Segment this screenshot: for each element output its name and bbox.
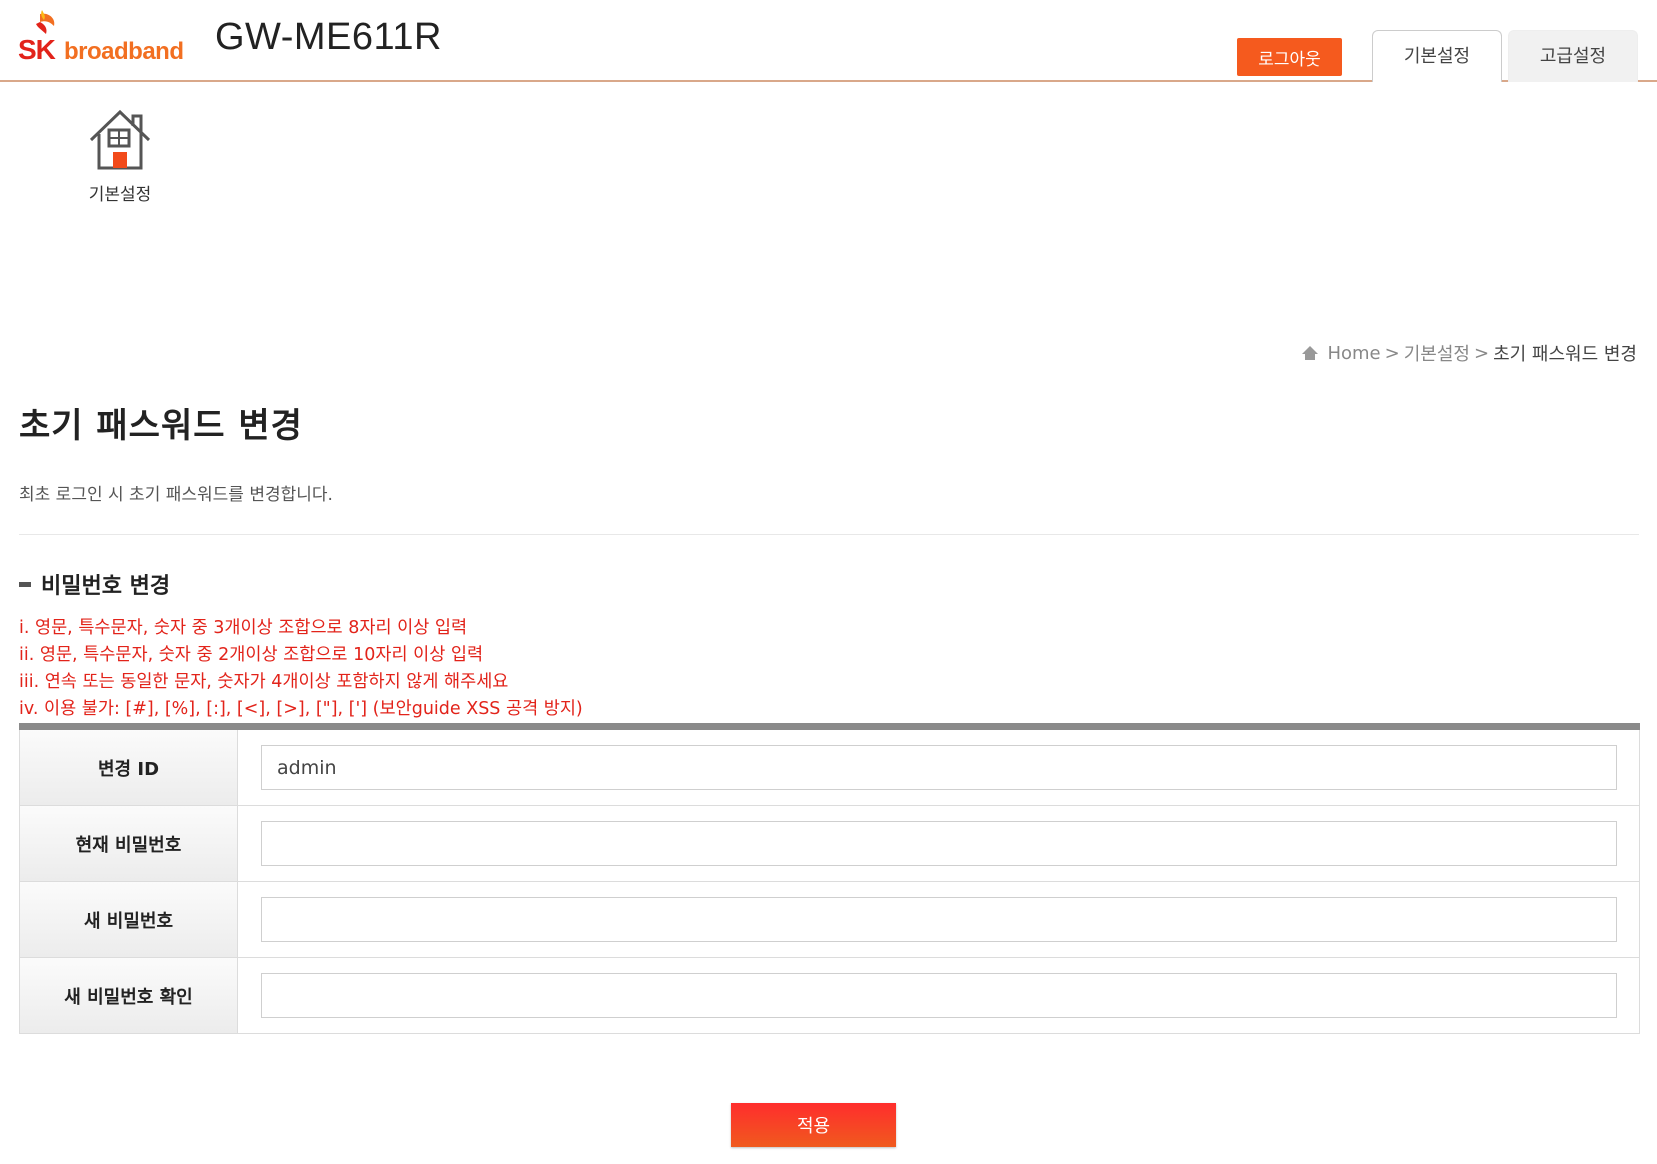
breadcrumb-basic-settings[interactable]: 기본설정: [1404, 340, 1470, 366]
breadcrumb-separator: >: [1384, 342, 1400, 364]
sk-broadband-logo[interactable]: SK broadband: [18, 10, 184, 70]
tab-advanced-settings[interactable]: 고급설정: [1508, 30, 1638, 82]
page-description: 최초 로그인 시 초기 패스워드를 변경합니다.: [19, 485, 333, 505]
rule-item: i. 영문, 특수문자, 숫자 중 3개이상 조합으로 8자리 이상 입력: [19, 618, 468, 638]
change-id-input[interactable]: [261, 745, 1617, 790]
confirm-password-cell: [238, 958, 1639, 1033]
device-model: GW-ME611R: [215, 16, 442, 58]
new-password-input[interactable]: [261, 897, 1617, 942]
password-rules: i. 영문, 특수문자, 숫자 중 3개이상 조합으로 8자리 이상 입력 ii…: [19, 615, 583, 723]
rule-item: iv. 이용 불가: [#], [%], [:], [<], [>], ["],…: [19, 699, 583, 719]
current-password-cell: [238, 806, 1639, 881]
form-row-confirm-password: 새 비밀번호 확인: [19, 958, 1640, 1034]
form-row-new-password: 새 비밀번호: [19, 882, 1640, 958]
form-row-change-id: 변경 ID: [19, 730, 1640, 806]
new-password-label: 새 비밀번호: [20, 882, 238, 957]
page-title: 초기 패스워드 변경: [19, 406, 303, 446]
section-title-text: 비밀번호 변경: [41, 574, 171, 599]
breadcrumb: Home > 기본설정 > 초기 패스워드 변경: [1301, 340, 1637, 366]
section-title: 비밀번호 변경: [19, 568, 170, 600]
logout-button[interactable]: 로그아웃: [1237, 38, 1342, 76]
breadcrumb-home[interactable]: Home: [1327, 343, 1380, 364]
breadcrumb-current: 초기 패스워드 변경: [1493, 344, 1637, 365]
current-password-label: 현재 비밀번호: [20, 806, 238, 881]
change-id-label: 변경 ID: [20, 730, 238, 805]
basic-settings-menu-label: 기본설정: [88, 185, 152, 205]
password-form-table: 변경 ID 현재 비밀번호 새 비밀번호 새 비밀번호 확인: [19, 723, 1640, 1034]
logo-sk-text: SK: [18, 34, 56, 65]
basic-settings-menu[interactable]: 기본설정: [70, 108, 170, 205]
apply-button[interactable]: 적용: [731, 1103, 896, 1147]
divider: [19, 534, 1639, 535]
current-password-input[interactable]: [261, 821, 1617, 866]
breadcrumb-separator: >: [1473, 342, 1490, 364]
confirm-password-label: 새 비밀번호 확인: [20, 958, 238, 1033]
header: SK broadband GW-ME611R 로그아웃 기본설정 고급설정: [0, 0, 1657, 82]
section-marker-icon: [19, 581, 31, 587]
home-icon: [1302, 346, 1319, 360]
confirm-password-input[interactable]: [261, 973, 1617, 1018]
house-icon: [89, 109, 151, 170]
change-id-cell: [238, 730, 1639, 805]
rule-item: ii. 영문, 특수문자, 숫자 중 2개이상 조합으로 10자리 이상 입력: [19, 645, 484, 665]
new-password-cell: [238, 882, 1639, 957]
tab-basic-settings[interactable]: 기본설정: [1372, 30, 1502, 82]
form-row-current-password: 현재 비밀번호: [19, 806, 1640, 882]
rule-item: iii. 연속 또는 동일한 문자, 숫자가 4개이상 포함하지 않게 해주세요: [19, 672, 509, 692]
logo-broadband-text: broadband: [64, 38, 184, 65]
